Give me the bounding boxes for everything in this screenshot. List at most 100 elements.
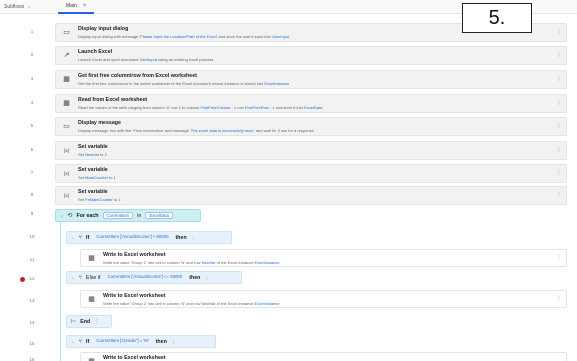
action-title: Set variable (78, 144, 108, 150)
action-title: Set variable (78, 189, 108, 195)
chevron-down-icon[interactable]: ⌵ (60, 213, 63, 218)
more-options-icon[interactable]: ⋮ (204, 275, 209, 281)
action-description: Launch Excel and open document UserInput… (78, 56, 214, 62)
tab-main-label: Main (66, 2, 77, 9)
launch-arrow-icon: ↗ (63, 52, 70, 59)
line-number: 15 (29, 341, 35, 346)
table-icon: ▦ (63, 100, 70, 107)
action-description: Set NewVar to 2 (78, 151, 107, 157)
line-number: 6 (30, 147, 34, 152)
foreach-source-variable[interactable]: ExcelData (145, 212, 173, 219)
action-title: Write to Excel worksheet (103, 355, 166, 361)
variable-icon: {x} (63, 193, 70, 198)
end-keyword: End (80, 318, 91, 325)
line-number: 10 (29, 234, 35, 239)
more-options-icon[interactable]: ⋮ (556, 122, 562, 129)
more-options-icon[interactable]: ⋮ (556, 295, 562, 302)
message-icon: ▭ (63, 123, 70, 130)
end-icon: ⊢ (71, 319, 77, 325)
action-write-excel-2[interactable]: ▦ Write to Excel worksheet Write the val… (80, 290, 567, 308)
line-number: 8 (30, 192, 34, 197)
action-title: Write to Excel worksheet (103, 252, 166, 258)
if-gender-block[interactable]: ⌵ ⑂ If CurrentItem ['Gender'] = 'M' then… (66, 335, 216, 348)
loop-icon: ⟲ (67, 213, 73, 219)
line-number: 7 (30, 170, 34, 175)
step-number-overlay: 5. (462, 3, 532, 33)
action-description: Set FeMaleCounter to 1 (78, 196, 121, 202)
chevron-down-icon: ⌵ (27, 3, 32, 10)
action-description: Display message box with title 'Flow Inf… (78, 127, 314, 133)
action-description: Set MaleCounter to 1 (78, 174, 116, 180)
foreach-block[interactable]: ⌵ ⟲ For each CurrentItem in ExcelData (55, 209, 201, 222)
more-options-icon[interactable]: ⋮ (556, 51, 562, 58)
action-row[interactable]: {x} Set variable Set NewVar to 2 ⋮ (55, 141, 567, 160)
line-number: 16 (29, 357, 35, 361)
action-description: Write the value 'Group 2' into cell in c… (103, 300, 280, 306)
dialog-icon: ▭ (63, 29, 70, 36)
if-keyword: If (86, 338, 90, 345)
action-description: Write the value 'Group 1' into cell in c… (103, 259, 280, 265)
more-options-icon[interactable]: ⋮ (556, 191, 562, 198)
action-description: Read the values of the cells ranging fro… (78, 104, 323, 110)
chevron-down-icon[interactable]: ⌵ (71, 275, 74, 280)
chevron-down-icon[interactable]: ⌵ (71, 339, 74, 344)
subflows-dropdown[interactable]: Subflows ⌵ (0, 4, 58, 10)
branch-icon: ⑂ (78, 234, 83, 241)
variable-icon: {x} (63, 148, 70, 153)
action-row[interactable]: ↗ Launch Excel Launch Excel and open docum… (55, 46, 567, 65)
foreach-item-variable[interactable]: CurrentItem (102, 212, 134, 219)
more-options-icon[interactable]: ⋮ (556, 146, 562, 153)
more-options-icon[interactable]: ⋮ (556, 75, 562, 82)
line-number: 1 (30, 29, 34, 34)
if-block[interactable]: ⌵ ⑂ If CurrentItem ['AnnualIncome'] > 50… (66, 231, 232, 244)
foreach-guide-line (60, 222, 61, 361)
line-number: 14 (29, 320, 35, 325)
action-row[interactable]: ▦ Read from Excel worksheet Read the value… (55, 94, 567, 113)
variable-icon: {x} (63, 171, 70, 176)
more-options-icon[interactable]: ⋮ (171, 339, 176, 345)
table-icon: ▦ (87, 357, 96, 361)
action-title: Get first free column/row from Excel wor… (78, 73, 197, 79)
subflows-label: Subflows (4, 3, 25, 10)
line-number: 5 (30, 123, 34, 128)
more-options-icon[interactable]: ⋮ (556, 254, 562, 261)
line-number: 11 (29, 257, 35, 262)
action-description: Display input dialog with message 'Pleas… (78, 33, 290, 39)
then-keyword: then (155, 338, 167, 345)
then-keyword: then (175, 234, 187, 241)
else-if-condition[interactable]: CurrentItem ['AnnualIncome'] <= 50000 (104, 274, 185, 281)
if-condition[interactable]: CurrentItem ['Gender'] = 'M' (93, 338, 151, 345)
action-row[interactable]: {x} Set variable Set FeMaleCounter to 1 ⋮ (55, 186, 567, 205)
then-keyword: then (189, 274, 201, 281)
close-icon[interactable]: × (83, 3, 87, 9)
more-options-icon[interactable]: ⋮ (556, 99, 562, 106)
more-options-icon[interactable]: ⋮ (94, 319, 99, 325)
chevron-down-icon[interactable]: ⌵ (71, 235, 74, 240)
more-options-icon[interactable]: ⋮ (556, 28, 562, 35)
action-row[interactable]: ▭ Display message Display message box with… (55, 117, 567, 136)
more-options-icon[interactable]: ⋮ (556, 169, 562, 176)
if-keyword: If (86, 234, 90, 241)
branch-icon: ⑂ (78, 274, 83, 281)
line-number: 9 (30, 211, 34, 216)
else-if-keyword: Else if (86, 274, 101, 281)
action-title: Set variable (78, 167, 108, 173)
action-title: Write to Excel worksheet (103, 293, 166, 299)
action-write-excel-3[interactable]: ▦ Write to Excel worksheet (80, 352, 567, 361)
action-title: Read from Excel worksheet (78, 97, 148, 103)
action-write-excel-1[interactable]: ▦ Write to Excel worksheet Write the val… (80, 249, 567, 267)
more-options-icon[interactable]: ⋮ (191, 235, 196, 241)
else-if-block[interactable]: ⌵ ⑂ Else if CurrentItem ['AnnualIncome']… (66, 271, 242, 284)
line-number: 3 (30, 76, 34, 81)
action-row[interactable]: ▦ Get first free column/row from Excel wo… (55, 70, 567, 89)
end-block[interactable]: ⊢ End ⋮ (66, 315, 112, 328)
table-icon: ▦ (88, 255, 95, 262)
action-row[interactable]: {x} Set variable Set MaleCounter to 1 ⋮ (55, 164, 567, 183)
in-keyword: in (137, 212, 142, 219)
action-description: Get the first free column/row in the act… (78, 80, 290, 86)
tab-main[interactable]: Main × (58, 0, 95, 14)
line-number: 4 (30, 100, 34, 105)
table-icon: ▦ (88, 296, 95, 303)
table-icon: ▦ (63, 76, 70, 83)
if-condition[interactable]: CurrentItem ['AnnualIncome'] > 50000 (93, 234, 171, 241)
